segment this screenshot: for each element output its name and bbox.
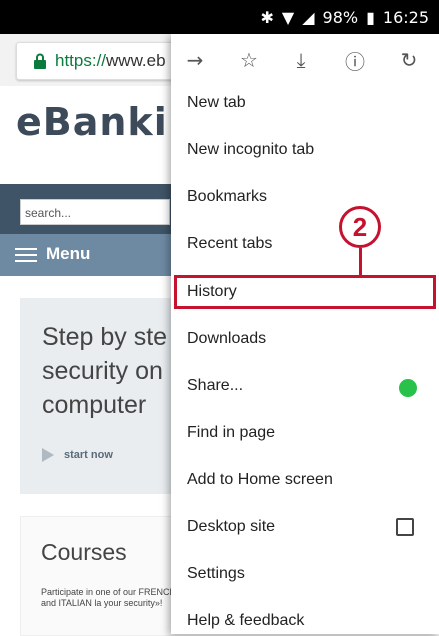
menu-item-recent-tabs[interactable]: Recent tabs (187, 235, 272, 253)
menu-item-downloads[interactable]: Downloads (187, 330, 266, 348)
battery-icon: ▮ (366, 8, 375, 27)
desktop-site-checkbox[interactable] (396, 518, 414, 536)
menu-item-desktop-site[interactable]: Desktop site (187, 518, 275, 536)
menu-item-help[interactable]: Help & feedback (187, 612, 304, 630)
menu-item-settings[interactable]: Settings (187, 565, 245, 583)
menu-toolbar: → ☆ ⤓ ⓘ ↻ (171, 34, 439, 86)
menu-item-new-tab[interactable]: New tab (187, 94, 246, 112)
forward-icon[interactable]: → (179, 44, 211, 76)
browser-menu: → ☆ ⤓ ⓘ ↻ New tab New incognito tab Book… (171, 34, 439, 634)
menu-item-bookmarks[interactable]: Bookmarks (187, 188, 267, 206)
bluetooth-icon: ✱ (260, 8, 274, 27)
lock-icon (34, 53, 46, 69)
hero-title: Step by ste security on computer (42, 323, 168, 419)
menu-label[interactable]: Menu (46, 244, 90, 264)
annotation-highlight (174, 275, 436, 309)
refresh-icon[interactable]: ↻ (393, 44, 425, 76)
site-logo[interactable]: eBanki (16, 100, 168, 144)
battery-percent: 98% (322, 8, 359, 27)
menu-item-add-home[interactable]: Add to Home screen (187, 471, 333, 489)
menu-item-incognito[interactable]: New incognito tab (187, 141, 314, 159)
wifi-icon: ▼ (281, 8, 295, 27)
menu-item-find[interactable]: Find in page (187, 424, 275, 442)
play-icon (42, 448, 54, 462)
url-text: https://www.eb (55, 51, 166, 70)
start-now-link[interactable]: start now (42, 448, 113, 462)
info-icon[interactable]: ⓘ (339, 44, 371, 76)
star-icon[interactable]: ☆ (233, 44, 265, 76)
courses-text: Participate in one of our FRENCH and ITA… (41, 587, 177, 608)
courses-title: Courses (41, 539, 127, 565)
annotation-connector (359, 248, 362, 275)
search-input[interactable]: search... (20, 199, 170, 225)
annotation-number: 2 (339, 206, 381, 248)
menu-item-share[interactable]: Share... (187, 377, 243, 395)
status-bar: ✱ ▼ ◢ 98% ▮ 16:25 (0, 0, 439, 34)
whatsapp-icon[interactable] (399, 379, 417, 397)
hamburger-icon[interactable] (15, 248, 37, 262)
download-icon[interactable]: ⤓ (285, 44, 317, 76)
clock: 16:25 (382, 8, 429, 27)
signal-icon: ◢ (302, 8, 315, 27)
